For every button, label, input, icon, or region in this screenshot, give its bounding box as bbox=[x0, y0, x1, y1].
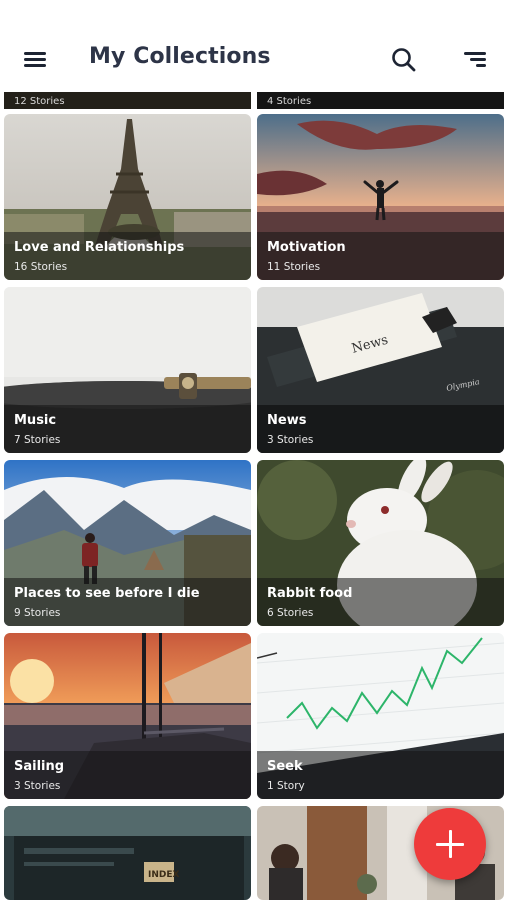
collection-name: Rabbit food bbox=[267, 586, 353, 601]
story-count: 4 Stories bbox=[267, 96, 312, 107]
collection-name: Places to see before I die bbox=[14, 586, 200, 601]
collection-name: Seek bbox=[267, 759, 303, 774]
collection-card-partial[interactable]: 12 Stories bbox=[4, 92, 251, 109]
collection-card-rabbit-food[interactable]: Rabbit food 6 Stories bbox=[257, 460, 504, 626]
search-icon[interactable] bbox=[388, 44, 420, 76]
collection-card-sailing[interactable]: Sailing 3 Stories bbox=[4, 633, 251, 799]
hamburger-menu-icon[interactable] bbox=[18, 44, 52, 74]
story-count: 11 Stories bbox=[267, 261, 321, 273]
electronics-gear-photo: INDEX bbox=[4, 806, 251, 900]
app-bar: My Collections bbox=[0, 0, 507, 92]
story-count: 1 Story bbox=[267, 780, 305, 792]
collection-name: Love and Relationships bbox=[14, 240, 185, 255]
collection-card-seek[interactable]: Seek 1 Story bbox=[257, 633, 504, 799]
collection-card-places-to-see[interactable]: Places to see before I die 9 Stories bbox=[4, 460, 251, 626]
collection-card-love-and-relationships[interactable]: Love and Relationships 16 Stories bbox=[4, 114, 251, 280]
story-count: 7 Stories bbox=[14, 434, 61, 446]
story-count: 3 Stories bbox=[267, 434, 314, 446]
collection-name: Music bbox=[14, 413, 57, 428]
story-count: 16 Stories bbox=[14, 261, 68, 273]
page-title: My Collections bbox=[89, 44, 271, 69]
story-count: 6 Stories bbox=[267, 607, 314, 619]
story-count: 12 Stories bbox=[14, 96, 65, 107]
story-count: 9 Stories bbox=[14, 607, 61, 619]
collection-name: Sailing bbox=[14, 759, 65, 774]
collection-card-music[interactable]: Music 7 Stories bbox=[4, 287, 251, 453]
collection-name: Motivation bbox=[267, 240, 346, 255]
electronics-label-text: INDEX bbox=[148, 870, 179, 880]
collection-card-news[interactable]: News Olympia News 3 Stories bbox=[257, 287, 504, 453]
sort-icon[interactable] bbox=[460, 44, 492, 76]
add-collection-button[interactable] bbox=[414, 808, 486, 880]
collection-card-motivation[interactable]: Motivation 11 Stories bbox=[257, 114, 504, 280]
collection-card-partial[interactable]: 4 Stories bbox=[257, 92, 504, 109]
story-count: 3 Stories bbox=[14, 780, 61, 792]
collection-name: News bbox=[267, 413, 307, 428]
collection-card-electronics[interactable]: INDEX bbox=[4, 806, 251, 900]
